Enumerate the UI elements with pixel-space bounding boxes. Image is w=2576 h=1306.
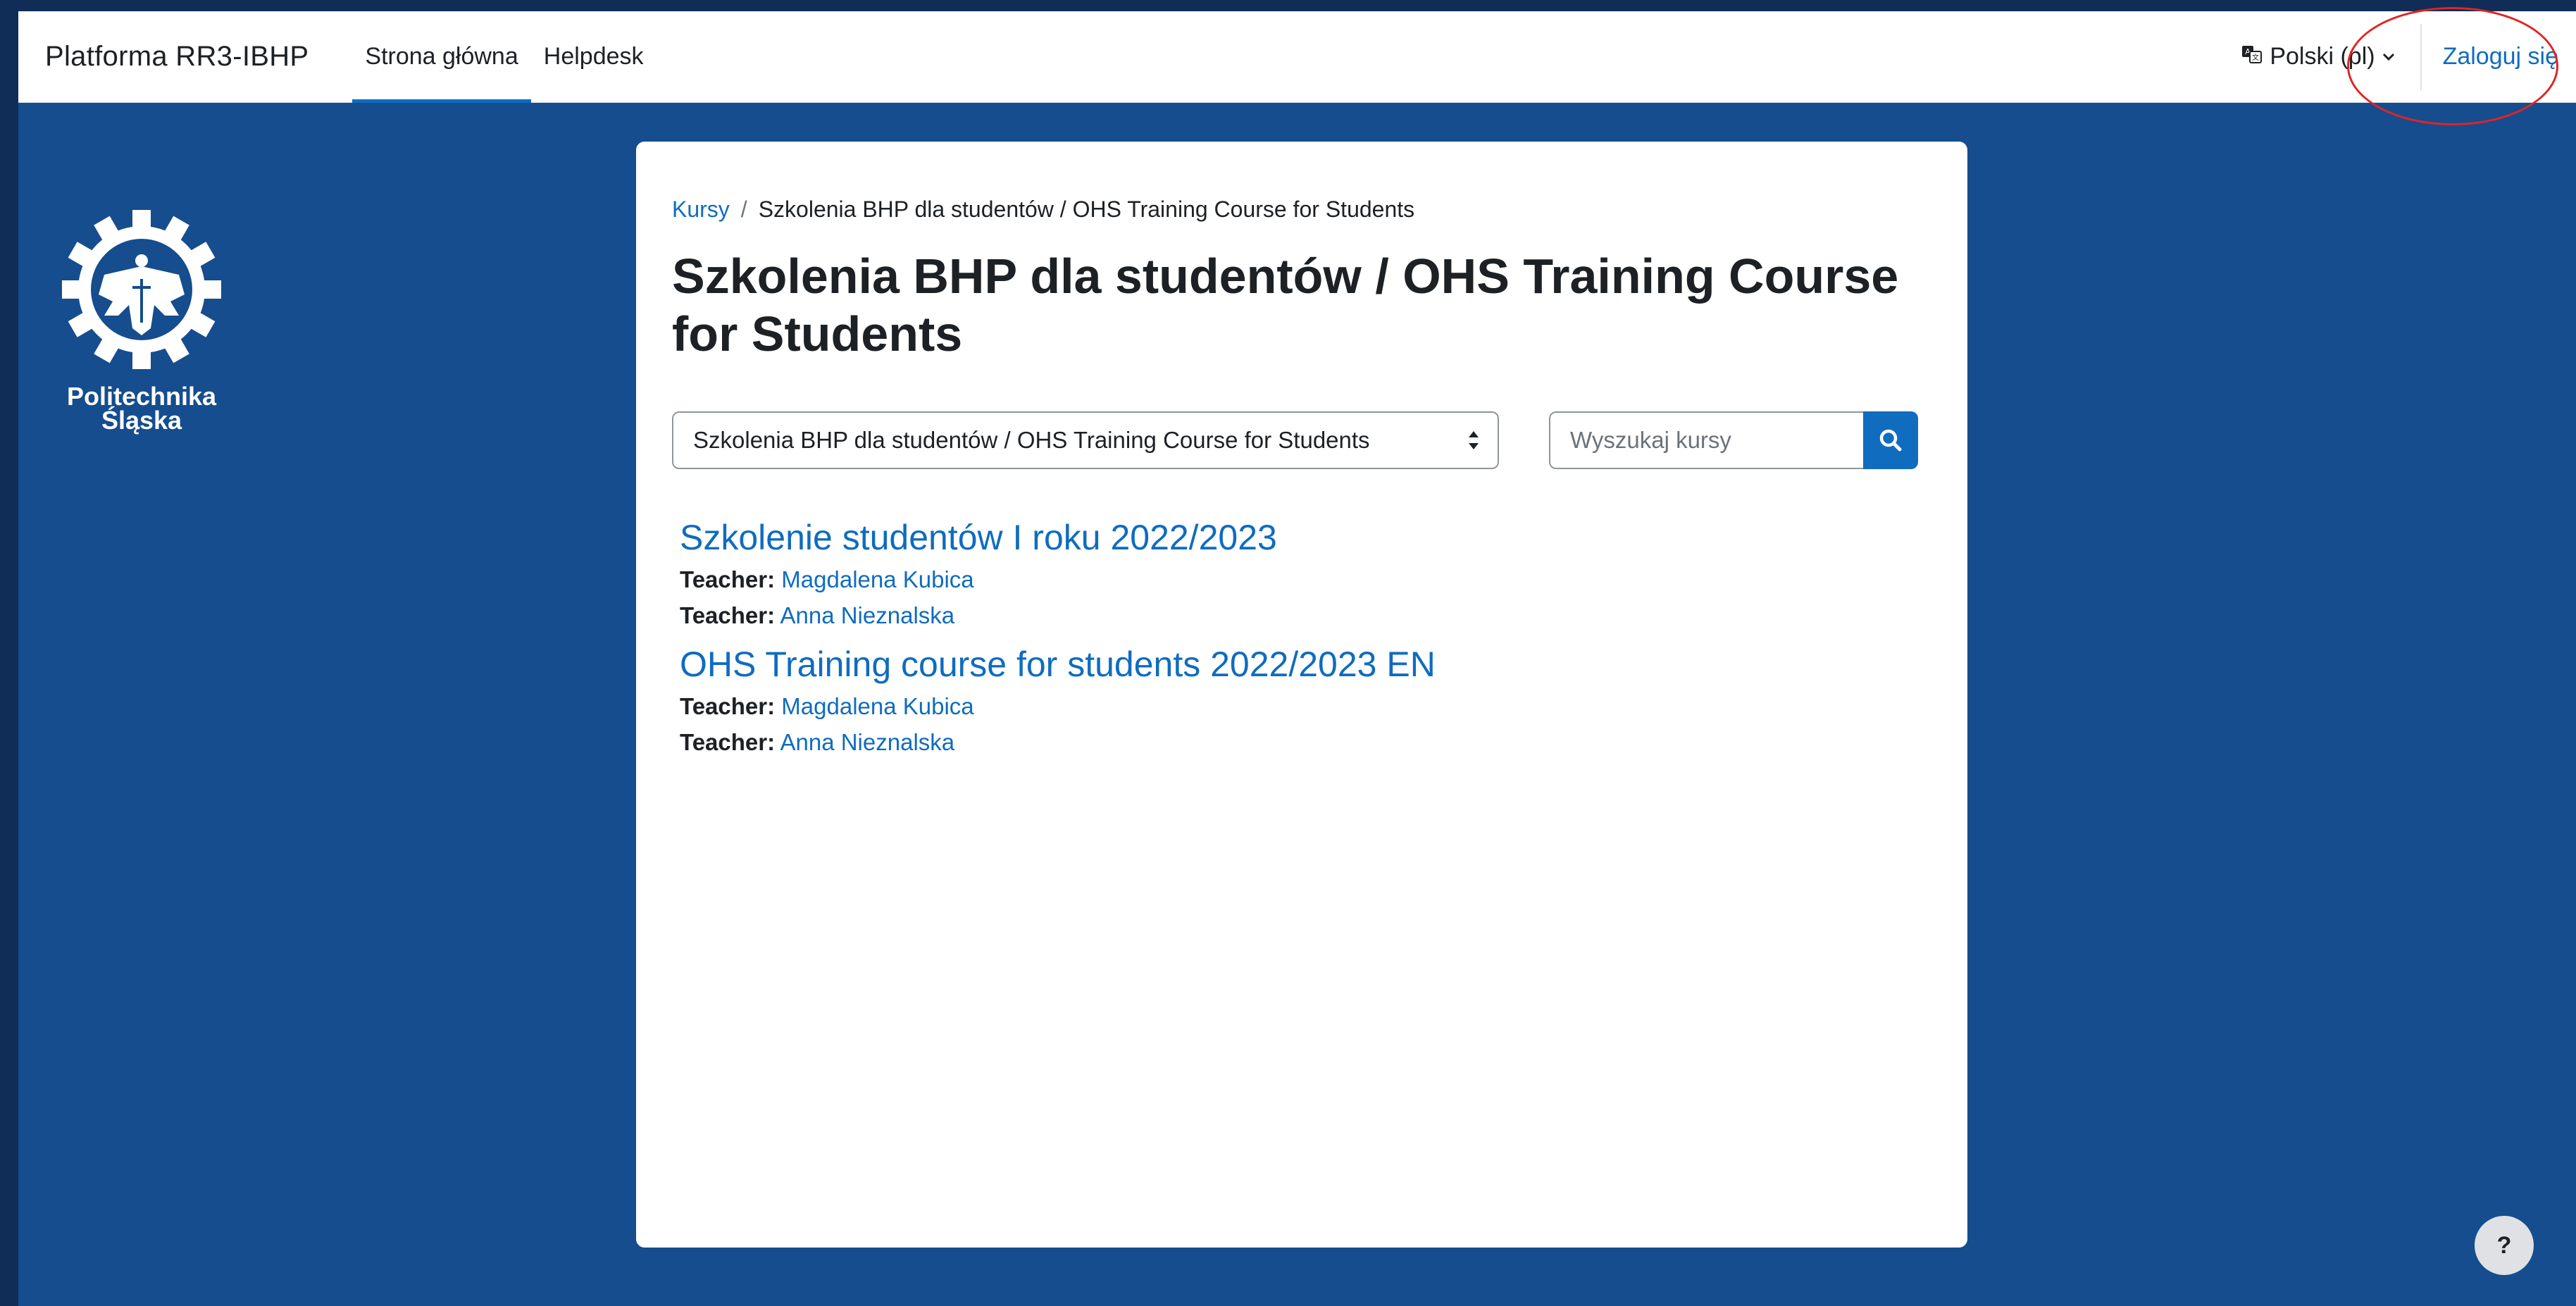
primary-nav: Strona główna Helpdesk [352, 11, 656, 103]
breadcrumb-separator: / [740, 197, 747, 222]
teacher-row: Teacher: Magdalena Kubica [680, 561, 1877, 597]
teacher-label: Teacher: [680, 693, 776, 719]
teacher-link[interactable]: Magdalena Kubica [781, 693, 973, 719]
teacher-row: Teacher: Magdalena Kubica [680, 688, 1877, 724]
course-link[interactable]: Szkolenie studentów I roku 2022/2023 [680, 518, 1277, 557]
svg-text:文: 文 [2252, 53, 2259, 62]
breadcrumb: Kursy / Szkolenia BHP dla studentów / OHS … [672, 197, 1414, 223]
teacher-label: Teacher: [680, 729, 776, 755]
login-link[interactable]: Zaloguj się [2422, 43, 2576, 70]
teacher-label: Teacher: [680, 602, 776, 628]
course-list: Szkolenie studentów I roku 2022/2023 Tea… [680, 514, 1877, 767]
language-menu[interactable]: A 文 Polski (pl) [2241, 43, 2420, 70]
chevron-down-icon [2382, 48, 2395, 66]
course-search [1549, 411, 1918, 469]
main-content-card: Kursy / Szkolenia BHP dla studentów / OHS … [636, 142, 1967, 1248]
navbar-right: A 文 Polski (pl) Zaloguj się [2241, 11, 2576, 103]
top-navbar: Platforma RR3-IBHP Strona główna Helpdes… [18, 11, 2576, 103]
search-button[interactable] [1863, 411, 1918, 469]
university-logo[interactable]: Politechnika Śląska [62, 210, 221, 433]
question-icon: ? [2496, 1231, 2512, 1259]
teacher-link[interactable]: Magdalena Kubica [781, 566, 973, 592]
breadcrumb-current: Szkolenia BHP dla studentów / OHS Traini… [758, 197, 1415, 222]
category-select[interactable]: Szkolenia BHP dla studentów / OHS Traini… [672, 411, 1499, 469]
teacher-link[interactable]: Anna Nieznalska [780, 729, 954, 755]
sort-icon [1469, 431, 1479, 449]
help-button[interactable]: ? [2475, 1216, 2534, 1275]
teacher-link[interactable]: Anna Nieznalska [780, 602, 954, 628]
page-title: Szkolenia BHP dla studentów / OHS Traini… [672, 249, 1899, 361]
teacher-label: Teacher: [680, 566, 776, 592]
search-icon [1879, 429, 1902, 452]
breadcrumb-link-courses[interactable]: Kursy [672, 197, 730, 222]
teacher-row: Teacher: Anna Nieznalska [680, 724, 1877, 760]
site-brand[interactable]: Platforma RR3-IBHP [45, 41, 309, 73]
teacher-row: Teacher: Anna Nieznalska [680, 597, 1877, 633]
nav-link-helpdesk[interactable]: Helpdesk [531, 11, 657, 103]
logo-wordmark: Politechnika Śląska [66, 382, 217, 435]
page-frame: Platforma RR3-IBHP Strona główna Helpdes… [18, 11, 2576, 1306]
search-input[interactable] [1549, 411, 1863, 469]
course-link[interactable]: OHS Training course for students 2022/20… [680, 645, 1436, 684]
nav-link-home[interactable]: Strona główna [352, 11, 531, 103]
category-select-value: Szkolenia BHP dla studentów / OHS Traini… [693, 427, 1370, 453]
language-label: Polski (pl) [2270, 43, 2375, 70]
course-item: OHS Training course for students 2022/20… [680, 640, 1877, 760]
language-icon: A 文 [2241, 44, 2263, 70]
eagle-gear-emblem-icon [62, 210, 221, 369]
course-item: Szkolenie studentów I roku 2022/2023 Tea… [680, 514, 1877, 633]
